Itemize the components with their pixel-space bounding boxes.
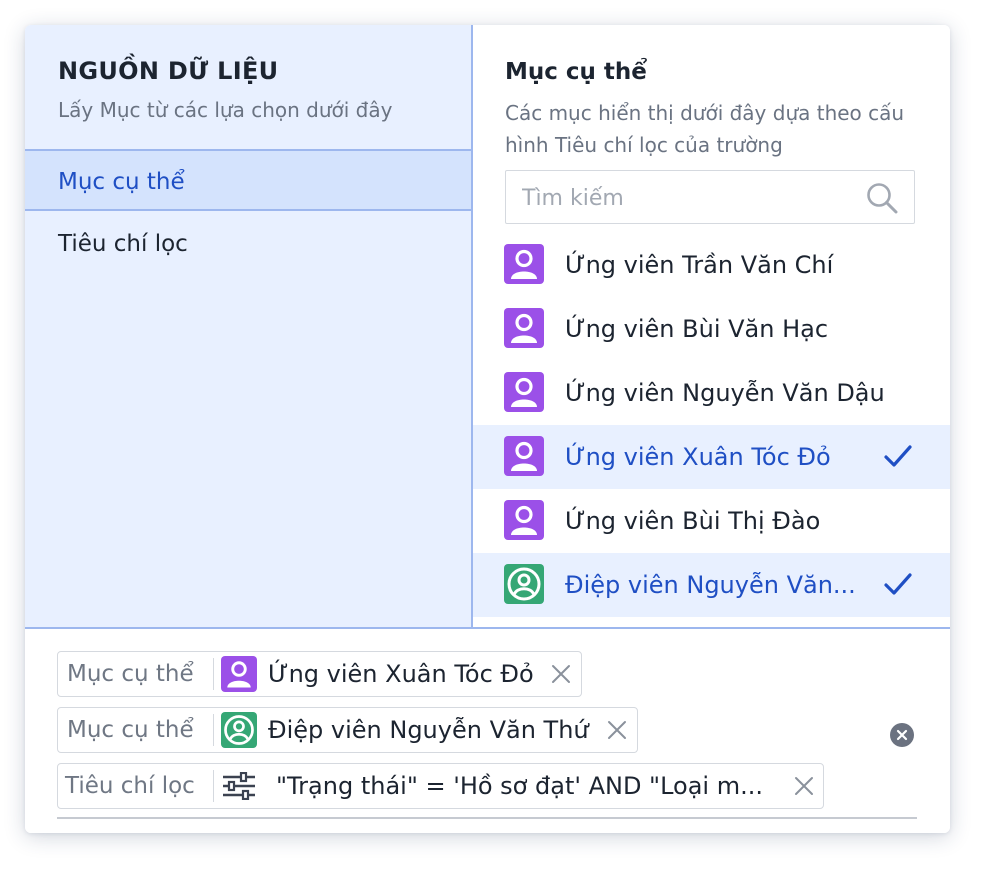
items-title: Mục cụ thể xyxy=(505,59,647,85)
list-item-name: Ứng viên Nguyễn Văn Dậu xyxy=(565,379,885,407)
list-item-name: Ứng viên Bùi Văn Hạc xyxy=(565,315,829,343)
source-item-filter[interactable]: Tiêu chí lọc xyxy=(25,213,471,275)
top-section: NGUỒN DỮ LIỆU Lấy Mục từ các lựa chọn dư… xyxy=(25,25,950,629)
list-item-name: Ứng viên Xuân Tóc Đỏ xyxy=(565,443,831,471)
search-icon[interactable] xyxy=(864,180,900,216)
person-circle-icon xyxy=(504,564,544,604)
filter-sliders-icon xyxy=(223,772,255,800)
list-item-selected[interactable]: Ứng viên Xuân Tóc Đỏ xyxy=(473,425,950,489)
person-icon xyxy=(504,372,544,412)
list-item[interactable]: Ứng viên Bùi Văn Hạc xyxy=(473,297,950,361)
items-subtitle: Các mục hiển thị dưới đây dựa theo cấu h… xyxy=(505,101,905,157)
chip-value: Ứng viên Xuân Tóc Đỏ xyxy=(268,660,534,688)
checkmark-icon xyxy=(884,573,912,595)
close-icon[interactable] xyxy=(793,775,815,797)
person-icon xyxy=(221,656,257,692)
list-item-name: Ứng viên Bùi Thị Đào xyxy=(565,507,821,535)
list-item-name: Điệp viên Nguyễn Văn... xyxy=(565,571,856,599)
list-item-selected[interactable]: Điệp viên Nguyễn Văn... xyxy=(473,553,950,617)
chip-value: Điệp viên Nguyễn Văn Thứ xyxy=(268,716,589,744)
close-icon[interactable] xyxy=(550,663,572,685)
selected-values-area: Mục cụ thể Ứng viên Xuân Tóc Đỏ Mục cụ t… xyxy=(25,629,950,833)
person-icon xyxy=(504,500,544,540)
close-icon[interactable] xyxy=(606,719,628,741)
source-title: NGUỒN DỮ LIỆU xyxy=(58,57,279,85)
person-icon xyxy=(504,308,544,348)
search-input[interactable] xyxy=(520,171,854,225)
data-source-panel: NGUỒN DỮ LIỆU Lấy Mục từ các lựa chọn dư… xyxy=(25,25,950,833)
search-box xyxy=(505,170,915,225)
person-circle-icon xyxy=(221,712,257,748)
list-item[interactable]: Ứng viên Nguyễn Văn Dậu xyxy=(473,361,950,425)
items-panel: Mục cụ thể Các mục hiển thị dưới đây dựa… xyxy=(473,25,950,627)
selected-chip: Tiêu chí lọc "Trạng thái" = 'Hồ sơ đạt' … xyxy=(57,763,824,809)
person-icon xyxy=(504,244,544,284)
list-item-name: Ứng viên Trần Văn Chí xyxy=(565,251,834,279)
list-item[interactable]: Ứng viên Bùi Thị Đào xyxy=(473,489,950,553)
chip-divider xyxy=(213,658,214,690)
input-underline xyxy=(57,817,917,819)
clear-all-icon[interactable] xyxy=(890,723,914,747)
person-icon xyxy=(504,436,544,476)
chip-value: "Trạng thái" = 'Hồ sơ đạt' AND "Loại m..… xyxy=(276,772,763,800)
list-item[interactable]: Ứng viên Trần Văn Chí xyxy=(473,233,950,297)
selected-chip: Mục cụ thể Điệp viên Nguyễn Văn Thứ xyxy=(57,707,638,753)
source-item-specific[interactable]: Mục cụ thể xyxy=(25,149,471,211)
checkmark-icon xyxy=(884,445,912,467)
source-subtitle: Lấy Mục từ các lựa chọn dưới đây xyxy=(58,98,393,122)
chip-source-label: Mục cụ thể xyxy=(67,661,194,687)
selected-chip: Mục cụ thể Ứng viên Xuân Tóc Đỏ xyxy=(57,651,582,697)
chip-divider xyxy=(213,714,214,746)
source-sidebar: NGUỒN DỮ LIỆU Lấy Mục từ các lựa chọn dư… xyxy=(25,25,473,627)
chip-divider xyxy=(213,770,214,802)
chip-source-label: Mục cụ thể xyxy=(67,717,194,743)
chip-source-label: Tiêu chí lọc xyxy=(65,773,195,799)
